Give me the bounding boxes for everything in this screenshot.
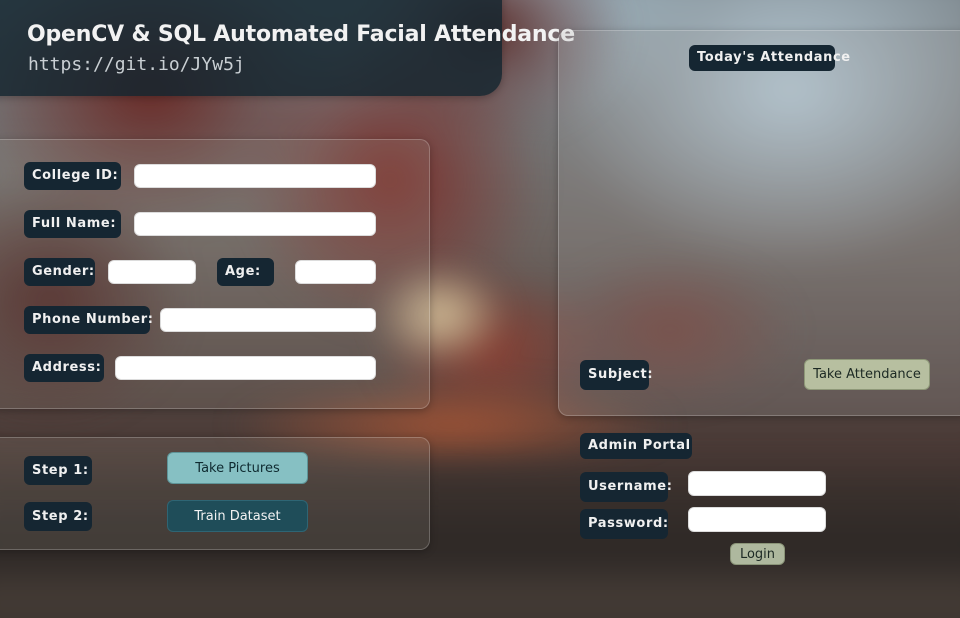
gender-input[interactable] [108,260,196,284]
age-input[interactable] [295,260,376,284]
age-label: Age: [217,258,274,286]
phone-number-input[interactable] [160,308,376,332]
login-button[interactable]: Login [730,543,785,565]
repo-link[interactable]: https://git.io/JYw5j [28,54,245,75]
address-label: Address: [24,354,104,382]
full-name-label: Full Name: [24,210,121,238]
phone-number-label: Phone Number: [24,306,153,334]
address-input[interactable] [115,356,376,380]
subject-label: Subject: [580,360,653,390]
password-input[interactable] [688,507,826,532]
password-label: Password: [580,509,668,539]
username-input[interactable] [688,471,826,496]
take-attendance-button[interactable]: Take Attendance [804,359,930,390]
take-pictures-button[interactable]: Take Pictures [167,452,308,484]
todays-attendance-title: Today's Attendance [689,45,850,71]
title-panel [0,0,502,96]
college-id-input[interactable] [134,164,376,188]
admin-portal-title: Admin Portal [580,433,692,459]
train-dataset-button[interactable]: Train Dataset [167,500,308,532]
app-title: OpenCV & SQL Automated Facial Attendance [27,22,575,47]
step-2-label: Step 2: [24,502,92,531]
username-label: Username: [580,472,672,502]
full-name-input[interactable] [134,212,376,236]
gender-label: Gender: [24,258,95,286]
college-id-label: College ID: [24,162,121,190]
step-1-label: Step 1: [24,456,92,485]
